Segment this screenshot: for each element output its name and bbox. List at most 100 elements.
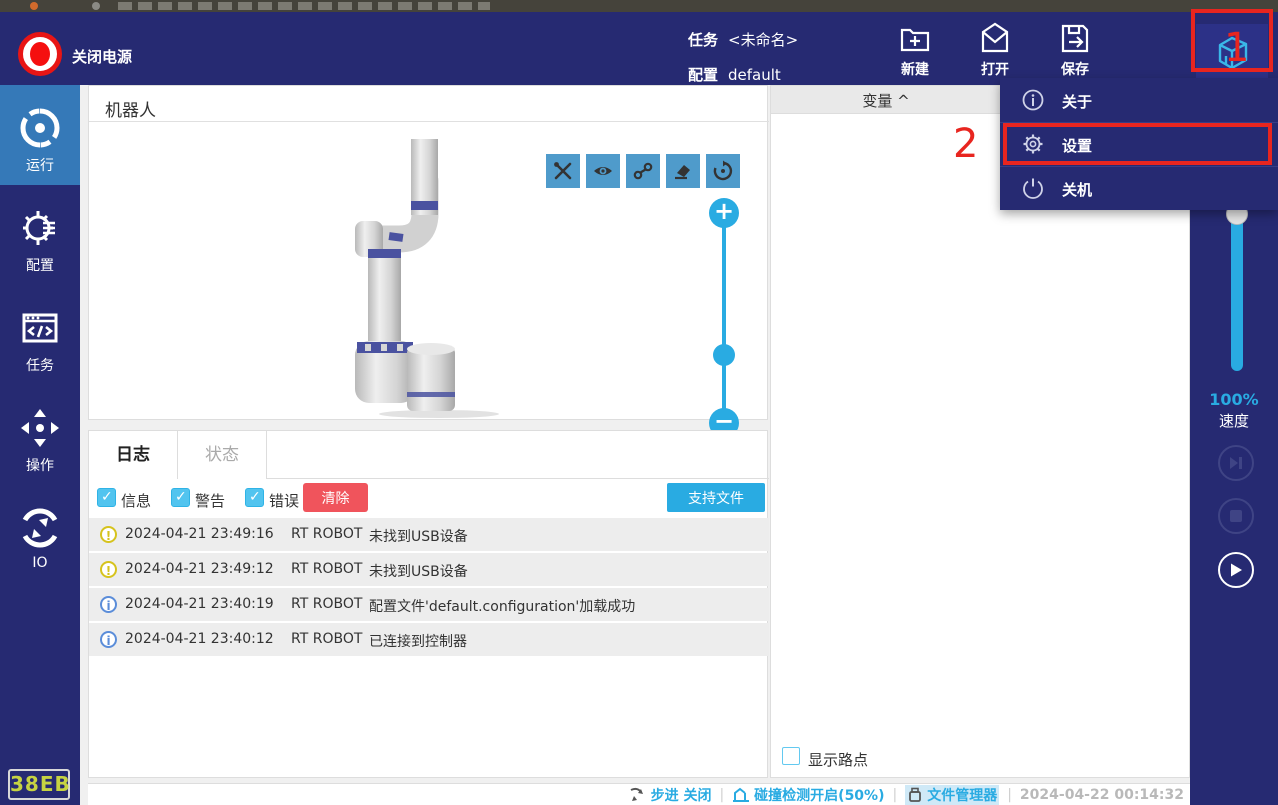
menu-item-settings[interactable]: 设置 bbox=[1000, 122, 1278, 166]
new-file-icon bbox=[900, 28, 930, 52]
power-off-icon[interactable] bbox=[18, 32, 62, 76]
robot-panel-title: 机器人 bbox=[105, 101, 156, 121]
rotate-icon bbox=[713, 160, 733, 181]
filter-warning-label: 警告 bbox=[195, 492, 226, 510]
config-gear-icon bbox=[23, 211, 55, 245]
tab-status[interactable]: 状态 bbox=[178, 431, 267, 479]
collision-detect-toggle[interactable]: 碰撞检测开启(50%) bbox=[732, 785, 884, 805]
eraser-icon bbox=[675, 165, 690, 180]
window-titlebar bbox=[0, 0, 1278, 12]
step-forward-icon bbox=[1230, 457, 1242, 469]
clear-log-button[interactable]: 清除 bbox=[303, 483, 368, 512]
power-off-button[interactable]: 关闭电源 bbox=[72, 46, 132, 67]
save-task-button[interactable]: 保存 bbox=[1040, 20, 1110, 79]
log-panel: 日志 状态 信息 警告 错误 清除 支持文件 ! 2024-04-21 23:4… bbox=[88, 430, 769, 778]
sidebar-item-run[interactable]: 运行 bbox=[0, 85, 80, 185]
eye-icon bbox=[594, 167, 612, 175]
step-forward-button[interactable] bbox=[1218, 445, 1254, 481]
visibility-button[interactable] bbox=[586, 154, 620, 188]
titlebar-title-text bbox=[118, 2, 490, 10]
usb-drive-icon bbox=[909, 787, 922, 802]
tools-button[interactable] bbox=[546, 154, 580, 188]
waypoint-path-icon bbox=[633, 162, 653, 180]
erase-button[interactable] bbox=[666, 154, 700, 188]
save-task-label: 保存 bbox=[1061, 62, 1089, 78]
task-label: 任务 bbox=[688, 31, 719, 49]
path-button[interactable] bbox=[626, 154, 660, 188]
reset-view-button[interactable] bbox=[706, 154, 740, 188]
log-source: RT ROBOT bbox=[291, 631, 363, 647]
new-task-button[interactable]: 新建 bbox=[880, 20, 950, 79]
support-files-button[interactable]: 支持文件 bbox=[667, 483, 765, 512]
log-time: 2024-04-21 23:40:12 bbox=[125, 631, 274, 647]
log-time: 2024-04-21 23:40:19 bbox=[125, 596, 274, 612]
file-manager-label: 文件管理器 bbox=[927, 787, 998, 804]
play-icon bbox=[1231, 563, 1242, 577]
filter-info-label: 信息 bbox=[121, 492, 152, 510]
log-message: 配置文件'default.configuration'加载成功 bbox=[369, 599, 636, 615]
play-button[interactable] bbox=[1218, 552, 1254, 588]
variables-collapse-toggle[interactable]: 变量 ^ bbox=[771, 90, 1001, 111]
warning-icon: ! bbox=[100, 561, 117, 578]
log-entries: ! 2024-04-21 23:49:16 RT ROBOT 未找到USB设备 … bbox=[89, 518, 769, 658]
info-icon: i bbox=[100, 596, 117, 613]
sidebar-item-config[interactable]: 配置 bbox=[0, 185, 80, 285]
sidebar-operate-label: 操作 bbox=[26, 458, 54, 474]
top-bar: 关闭电源 任务 <未命名> 配置 default 新建 打开 保存 bbox=[0, 12, 1278, 88]
stop-button[interactable] bbox=[1218, 498, 1254, 534]
step-mode-label: 步进 关闭 bbox=[650, 787, 712, 804]
separator: | bbox=[1007, 786, 1012, 803]
open-task-button[interactable]: 打开 bbox=[960, 20, 1030, 79]
log-message: 未找到USB设备 bbox=[369, 564, 468, 580]
robot-panel: 机器人 + − bbox=[88, 85, 769, 438]
separator: | bbox=[892, 786, 898, 803]
log-source: RT ROBOT bbox=[291, 561, 363, 577]
gear-icon bbox=[1023, 134, 1043, 154]
sidebar-config-label: 配置 bbox=[26, 258, 54, 274]
show-waypoints-label: 显示路点 bbox=[808, 751, 869, 769]
left-sidebar: 运行 配置 任务 操作 IO 38EB bbox=[0, 85, 80, 805]
status-badge: 38EB bbox=[8, 769, 70, 800]
sidebar-item-task[interactable]: 任务 bbox=[0, 285, 80, 385]
zoom-in-button[interactable]: + bbox=[709, 198, 739, 228]
sidebar-run-label: 运行 bbox=[26, 158, 54, 174]
speed-label: 速度 bbox=[1218, 412, 1249, 430]
sidebar-task-label: 任务 bbox=[26, 358, 54, 374]
show-waypoints-checkbox[interactable] bbox=[782, 747, 800, 765]
sidebar-item-io[interactable]: IO bbox=[0, 485, 80, 585]
log-filter-row: 信息 警告 错误 清除 支持文件 bbox=[89, 479, 769, 516]
log-source: RT ROBOT bbox=[291, 596, 363, 612]
log-message: 已连接到控制器 bbox=[369, 634, 467, 650]
filter-error-checkbox[interactable] bbox=[245, 488, 264, 507]
menu-shutdown-label: 关机 bbox=[1062, 181, 1093, 199]
step-mode-toggle[interactable]: 步进 关闭 bbox=[629, 785, 712, 805]
menu-settings-label: 设置 bbox=[1062, 137, 1093, 155]
log-entry: i 2024-04-21 23:40:19 RT ROBOT 配置文件'defa… bbox=[89, 588, 769, 621]
speed-slider-track[interactable] bbox=[1231, 211, 1243, 371]
file-manager-button[interactable]: 文件管理器 bbox=[905, 784, 1000, 805]
zoom-slider-knob[interactable] bbox=[713, 344, 735, 366]
menu-about-label: 关于 bbox=[1062, 93, 1093, 111]
tab-log[interactable]: 日志 bbox=[89, 431, 178, 479]
view-toolbar bbox=[546, 154, 740, 188]
config-row: 配置 default bbox=[688, 64, 781, 85]
separator: | bbox=[719, 786, 725, 803]
app-dropdown-menu: 关于 设置 关机 bbox=[1000, 78, 1278, 210]
log-tabs: 日志 状态 bbox=[89, 431, 769, 479]
sidebar-io-label: IO bbox=[32, 555, 48, 571]
menu-item-about[interactable]: 关于 bbox=[1000, 78, 1278, 122]
filter-info-checkbox[interactable] bbox=[97, 488, 116, 507]
io-exchange-icon bbox=[22, 508, 58, 548]
task-row: 任务 <未命名> bbox=[688, 29, 798, 50]
menu-item-shutdown[interactable]: 关机 bbox=[1000, 166, 1278, 210]
stop-icon bbox=[1230, 510, 1242, 522]
task-code-icon bbox=[22, 313, 58, 343]
run-icon bbox=[20, 108, 60, 148]
log-time: 2024-04-21 23:49:16 bbox=[125, 526, 274, 542]
zoom-slider-track[interactable] bbox=[722, 213, 726, 423]
shutdown-power-icon bbox=[1023, 178, 1043, 199]
log-time: 2024-04-21 23:49:12 bbox=[125, 561, 274, 577]
filter-warning-checkbox[interactable] bbox=[171, 488, 190, 507]
titlebar-dot-icon bbox=[92, 2, 100, 10]
sidebar-item-operate[interactable]: 操作 bbox=[0, 385, 80, 485]
